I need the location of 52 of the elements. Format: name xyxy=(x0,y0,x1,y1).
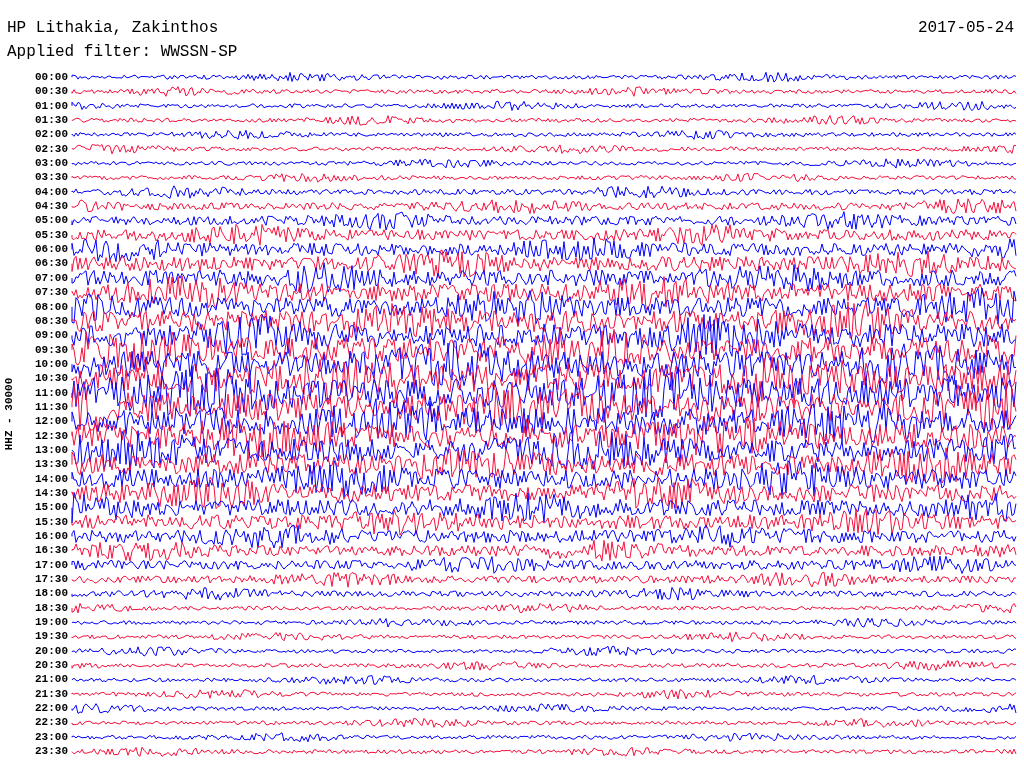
time-label: 01:30 xyxy=(35,113,68,128)
time-label: 06:30 xyxy=(35,256,68,271)
time-label: 07:30 xyxy=(35,285,68,300)
time-label: 08:00 xyxy=(35,299,68,314)
time-label: 13:00 xyxy=(35,442,68,458)
time-label: 19:30 xyxy=(35,629,68,644)
time-label: 16:30 xyxy=(35,543,68,558)
time-label: 04:00 xyxy=(35,184,68,200)
time-label: 03:30 xyxy=(35,170,68,185)
time-label: 12:00 xyxy=(35,414,68,429)
time-label: 22:30 xyxy=(35,715,68,730)
time-label: 04:30 xyxy=(35,199,68,214)
time-label: 23:00 xyxy=(35,729,68,745)
time-label: 00:30 xyxy=(35,84,68,99)
channel-label: HHZ - 30000 xyxy=(3,378,15,451)
time-label: 19:00 xyxy=(35,615,68,630)
time-label: 11:00 xyxy=(35,385,68,400)
time-label: 15:30 xyxy=(35,514,68,529)
time-label: 12:30 xyxy=(35,428,68,443)
time-label: 23:30 xyxy=(35,744,68,759)
time-label: 20:00 xyxy=(35,643,68,659)
time-label: 11:30 xyxy=(35,399,68,415)
time-label: 14:30 xyxy=(35,485,68,501)
time-label: 00:00 xyxy=(35,70,68,85)
station-title: HP Lithakia, Zakinthos xyxy=(7,18,219,38)
time-label: 03:00 xyxy=(35,156,68,171)
time-label: 06:00 xyxy=(35,242,68,257)
time-label: 16:00 xyxy=(35,529,68,544)
time-label: 21:00 xyxy=(35,672,68,687)
time-label: 09:00 xyxy=(35,328,68,343)
time-label: 22:00 xyxy=(35,701,68,716)
filter-label: Applied filter: WWSSN-SP xyxy=(7,43,238,61)
time-label: 10:00 xyxy=(35,356,68,372)
time-label: 07:00 xyxy=(35,270,68,286)
time-label: 21:30 xyxy=(35,686,68,702)
time-label: 01:00 xyxy=(35,98,68,114)
time-label: 05:00 xyxy=(35,213,68,228)
time-label: 14:00 xyxy=(35,471,68,486)
time-label: 13:30 xyxy=(35,457,68,472)
time-label: 09:30 xyxy=(35,342,68,357)
time-label: 15:00 xyxy=(35,500,68,515)
time-label: 10:30 xyxy=(35,371,68,386)
time-label: 05:30 xyxy=(35,227,68,243)
time-label: 17:30 xyxy=(35,572,68,587)
time-label: 18:30 xyxy=(35,600,68,616)
time-label: 18:00 xyxy=(35,586,68,601)
time-label: 02:30 xyxy=(35,141,68,157)
time-label: 08:30 xyxy=(35,313,68,329)
date-label: 2017-05-24 xyxy=(918,18,1014,38)
time-label: 17:00 xyxy=(35,557,68,573)
time-label: 02:00 xyxy=(35,127,68,142)
time-label: 20:30 xyxy=(35,658,68,673)
